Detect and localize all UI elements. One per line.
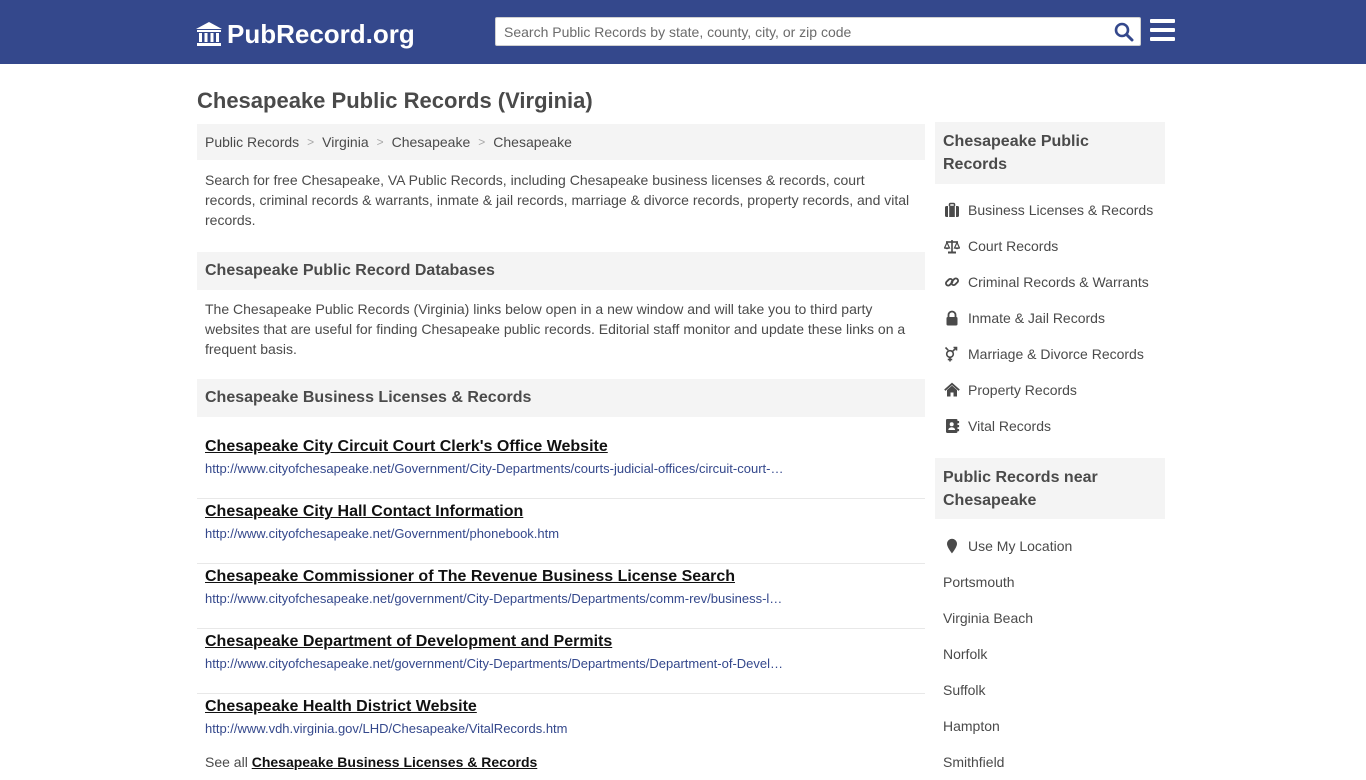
breadcrumb-virginia[interactable]: Virginia — [322, 134, 368, 150]
record-link-title[interactable]: Chesapeake City Hall Contact Information — [205, 499, 917, 522]
sidebar-category-list: Business Licenses & Records Court Record… — [935, 184, 1165, 458]
sidebar-item-label: Vital Records — [968, 418, 1052, 434]
nearby-city-link[interactable]: Hampton — [935, 708, 1165, 744]
nearby-heading: Public Records near Chesapeake — [935, 458, 1165, 519]
record-link-url[interactable]: http://www.cityofchesapeake.net/Governme… — [205, 526, 785, 541]
databases-description: The Chesapeake Public Records (Virginia)… — [205, 301, 906, 357]
record-link-title[interactable]: Chesapeake City Circuit Court Clerk's Of… — [205, 434, 917, 457]
lock-icon — [943, 310, 960, 327]
nearby-city-link[interactable]: Norfolk — [935, 636, 1165, 672]
use-my-location-link[interactable]: Use My Location — [935, 528, 1165, 564]
record-link-title[interactable]: Chesapeake Department of Development and… — [205, 629, 917, 652]
sidebar-item-inmate[interactable]: Inmate & Jail Records — [935, 300, 1165, 336]
breadcrumb: Public Records > Virginia > Chesapeake >… — [197, 124, 925, 160]
nearby-city-link[interactable]: Smithfield — [935, 744, 1165, 780]
courthouse-icon — [196, 22, 222, 46]
sidebar-item-label: Business Licenses & Records — [968, 202, 1154, 218]
databases-heading: Chesapeake Public Record Databases — [197, 252, 925, 290]
business-heading: Chesapeake Business Licenses & Records — [197, 379, 925, 417]
breadcrumb-separator: > — [376, 135, 384, 149]
nearby-city-link[interactable]: Virginia Beach — [935, 600, 1165, 636]
sidebar-item-label: Marriage & Divorce Records — [968, 346, 1144, 362]
nearby-list: Use My Location Portsmouth Virginia Beac… — [935, 519, 1165, 780]
breadcrumb-separator: > — [307, 135, 315, 149]
logo-text: PubRecord.org — [227, 18, 415, 49]
page-title: Chesapeake Public Records (Virginia) — [197, 88, 593, 113]
site-logo[interactable]: PubRecord.org — [195, 18, 415, 50]
list-item: Chesapeake Commissioner of The Revenue B… — [197, 564, 925, 629]
sidebar-item-court[interactable]: Court Records — [935, 228, 1165, 264]
sidebar-item-property[interactable]: Property Records — [935, 372, 1165, 408]
sidebar-heading: Chesapeake Public Records — [935, 122, 1165, 184]
sidebar-item-label: Property Records — [968, 382, 1077, 398]
map-marker-icon — [943, 538, 960, 555]
business-link-list: Chesapeake City Circuit Court Clerk's Of… — [197, 417, 925, 759]
nearby-city-link[interactable]: Portsmouth — [935, 564, 1165, 600]
link-icon — [943, 274, 960, 291]
breadcrumb-public-records[interactable]: Public Records — [205, 134, 299, 150]
list-item: Chesapeake City Hall Contact Information… — [197, 499, 925, 564]
nearby-city-link[interactable]: Suffolk — [935, 672, 1165, 708]
search-box — [495, 17, 1141, 46]
address-book-icon — [943, 418, 960, 435]
list-item: Chesapeake Department of Development and… — [197, 629, 925, 694]
sidebar-item-label: Court Records — [968, 238, 1059, 254]
sidebar-item-vital[interactable]: Vital Records — [935, 408, 1165, 444]
top-navbar: PubRecord.org — [0, 0, 1366, 64]
breadcrumb-chesapeake-city[interactable]: Chesapeake — [493, 134, 572, 150]
breadcrumb-separator: > — [478, 135, 486, 149]
sidebar-item-label: Criminal Records & Warrants — [968, 274, 1149, 290]
sidebar: Chesapeake Public Records Business Licen… — [935, 122, 1165, 780]
breadcrumb-chesapeake-county[interactable]: Chesapeake — [392, 134, 471, 150]
search-icon[interactable] — [1114, 22, 1134, 42]
record-link-url[interactable]: http://www.cityofchesapeake.net/Governme… — [205, 461, 785, 476]
record-link-url[interactable]: http://www.cityofchesapeake.net/governme… — [205, 591, 785, 606]
list-item: Chesapeake Health District Website http:… — [197, 694, 925, 759]
record-link-url[interactable]: http://www.cityofchesapeake.net/governme… — [205, 656, 785, 671]
list-item: Chesapeake City Circuit Court Clerk's Of… — [197, 434, 925, 499]
sidebar-item-criminal[interactable]: Criminal Records & Warrants — [935, 264, 1165, 300]
search-input[interactable] — [496, 18, 1106, 45]
hamburger-menu-icon[interactable] — [1150, 19, 1175, 41]
intro-text: Search for free Chesapeake, VA Public Re… — [205, 172, 910, 228]
main-content: Public Records > Virginia > Chesapeake >… — [197, 124, 925, 770]
record-link-title[interactable]: Chesapeake Health District Website — [205, 694, 917, 717]
sidebar-item-business[interactable]: Business Licenses & Records — [935, 192, 1165, 228]
home-icon — [943, 382, 960, 399]
use-my-location-label: Use My Location — [968, 538, 1073, 554]
gender-icon — [943, 346, 960, 363]
sidebar-item-marriage[interactable]: Marriage & Divorce Records — [935, 336, 1165, 372]
sidebar-item-label: Inmate & Jail Records — [968, 310, 1105, 326]
record-link-url[interactable]: http://www.vdh.virginia.gov/LHD/Chesapea… — [205, 721, 785, 736]
briefcase-icon — [943, 202, 960, 219]
record-link-title[interactable]: Chesapeake Commissioner of The Revenue B… — [205, 564, 917, 587]
scale-icon — [943, 238, 960, 255]
